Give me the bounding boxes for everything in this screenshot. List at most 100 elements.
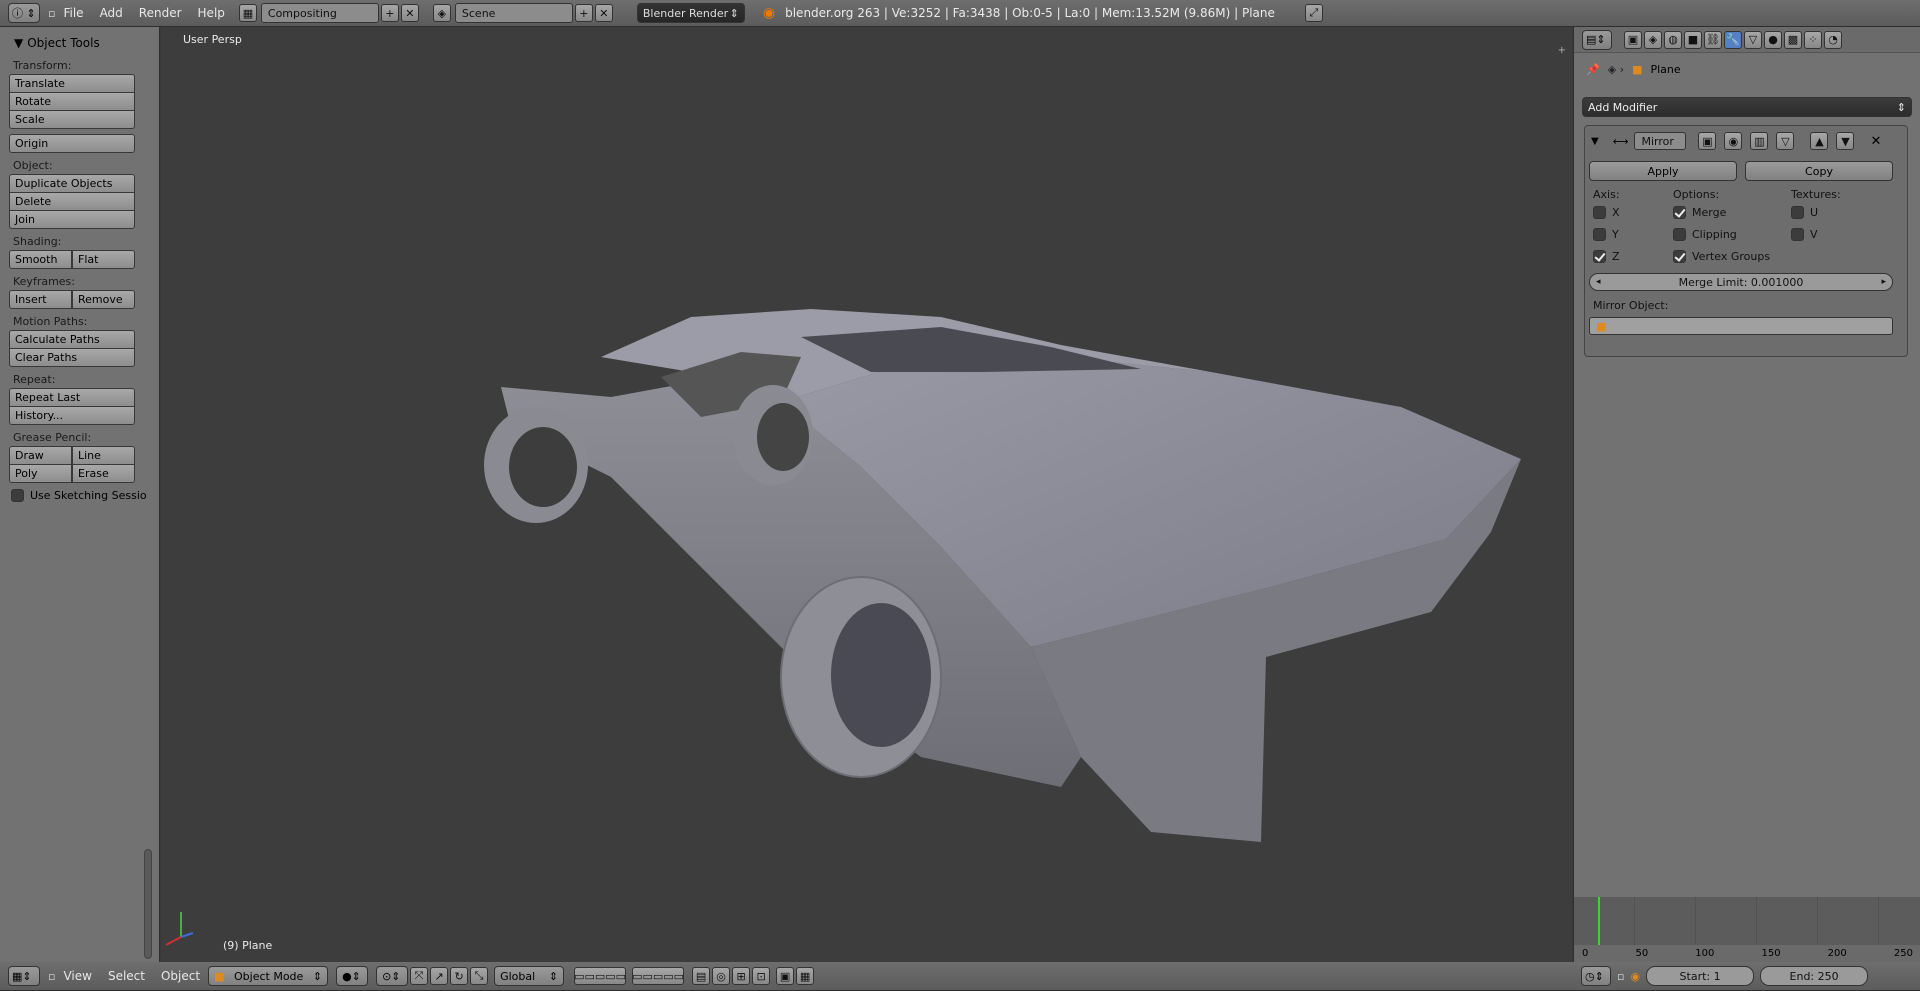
3d-viewport[interactable]: User Persp (9) Plane + xyxy=(161,27,1572,962)
car-mesh-render[interactable] xyxy=(161,27,1572,962)
merge-checkbox[interactable] xyxy=(1673,206,1686,219)
object-tools-header[interactable]: ▼ Object Tools xyxy=(0,27,159,53)
copy-button[interactable]: Copy xyxy=(1745,161,1893,181)
toggle-icon[interactable]: ▫ xyxy=(48,7,55,20)
viewport-plus-icon[interactable]: + xyxy=(1558,45,1566,56)
add-scene-icon[interactable]: + xyxy=(574,4,593,22)
duplicate-objects-button[interactable]: Duplicate Objects xyxy=(9,174,135,193)
snap-icon[interactable]: ⊞ xyxy=(732,967,751,985)
snap-element-icon[interactable]: ⊡ xyxy=(752,967,771,985)
menu-add[interactable]: Add xyxy=(100,6,123,20)
layers-group-1-icon[interactable]: ▭▭▭▭▭ xyxy=(574,967,627,985)
sketching-row[interactable]: Use Sketching Sessio xyxy=(11,489,159,502)
join-button[interactable]: Join xyxy=(9,210,135,229)
draw-button[interactable]: Draw xyxy=(9,446,72,465)
pin-icon[interactable]: 📌 xyxy=(1586,63,1600,76)
keying-icon[interactable]: ◉ xyxy=(1630,970,1640,983)
current-frame-marker[interactable] xyxy=(1598,897,1600,945)
render-engine-select[interactable]: Blender Render ⇕ xyxy=(636,3,745,23)
toggle-icon[interactable]: ▫ xyxy=(1617,970,1624,983)
render-tab-icon[interactable]: ▣ xyxy=(1624,30,1642,49)
fullscreen-icon[interactable]: ⤢ xyxy=(1304,4,1323,22)
calculate-paths-button[interactable]: Calculate Paths xyxy=(9,330,135,349)
scale-manipulator-icon[interactable]: ⤡ xyxy=(470,967,489,985)
remove-modifier-icon[interactable]: ✕ xyxy=(1870,134,1881,149)
axis-x-row[interactable]: X xyxy=(1593,206,1620,219)
origin-button[interactable]: Origin xyxy=(9,134,135,153)
start-frame-field[interactable]: Start: 1 xyxy=(1646,966,1755,986)
editmode-toggle-icon[interactable]: ▥ xyxy=(1750,132,1769,150)
cage-toggle-icon[interactable]: ▽ xyxy=(1776,132,1795,150)
timeline-editor[interactable]: 0 50 100 150 200 250 xyxy=(1573,897,1920,962)
rotate-button[interactable]: Rotate xyxy=(9,92,135,111)
lock-layers-icon[interactable]: ▤ xyxy=(692,967,711,985)
tool-shelf-scrollbar[interactable] xyxy=(144,849,152,959)
translate-button[interactable]: Translate xyxy=(9,74,135,93)
orientation-select[interactable]: Global ⇕ xyxy=(494,966,565,986)
insert-keyframe-button[interactable]: Insert xyxy=(9,290,72,309)
remove-screen-icon[interactable]: ✕ xyxy=(400,4,419,22)
merge-row[interactable]: Merge xyxy=(1673,206,1726,219)
timeline-editor-type[interactable]: ◷⇕ xyxy=(1581,966,1611,986)
particles-tab-icon[interactable]: ⁘ xyxy=(1804,30,1822,49)
render-toggle-icon[interactable]: ▣ xyxy=(1698,132,1717,150)
smooth-button[interactable]: Smooth xyxy=(9,250,72,269)
mirror-object-field[interactable]: ■ xyxy=(1589,317,1893,335)
layers-group-2-icon[interactable]: ▭▭▭▭▭ xyxy=(632,967,685,985)
physics-tab-icon[interactable]: ◔ xyxy=(1824,30,1842,49)
sketching-checkbox[interactable] xyxy=(11,489,24,502)
manipulator-icon[interactable]: ⤧ xyxy=(410,967,429,985)
menu-render[interactable]: Render xyxy=(139,6,182,20)
scene-icon[interactable]: ◈ xyxy=(432,4,451,22)
texture-v-row[interactable]: V xyxy=(1791,228,1818,241)
menu-help[interactable]: Help xyxy=(198,6,225,20)
texture-u-checkbox[interactable] xyxy=(1791,206,1804,219)
flat-button[interactable]: Flat xyxy=(72,250,135,269)
move-up-icon[interactable]: ▲ xyxy=(1810,132,1829,150)
screen-layout-field[interactable]: Compositing xyxy=(260,3,379,23)
data-tab-icon[interactable]: ▽ xyxy=(1744,30,1762,49)
material-tab-icon[interactable]: ● xyxy=(1764,30,1782,49)
history-button[interactable]: History... xyxy=(9,406,135,425)
scale-button[interactable]: Scale xyxy=(9,110,135,129)
vertex-groups-row[interactable]: Vertex Groups xyxy=(1673,250,1770,263)
mode-select[interactable]: ■ Object Mode ⇕ xyxy=(208,966,329,986)
axis-x-checkbox[interactable] xyxy=(1593,206,1606,219)
modifier-name-field[interactable]: Mirror xyxy=(1634,132,1687,150)
rotate-manipulator-icon[interactable]: ↻ xyxy=(450,967,469,985)
clipping-checkbox[interactable] xyxy=(1673,228,1686,241)
poly-button[interactable]: Poly xyxy=(9,464,72,483)
add-screen-icon[interactable]: + xyxy=(380,4,399,22)
editor-type-button[interactable]: ⓘ ⇕ xyxy=(8,3,40,23)
line-button[interactable]: Line xyxy=(72,446,135,465)
remove-scene-icon[interactable]: ✕ xyxy=(594,4,613,22)
repeat-last-button[interactable]: Repeat Last xyxy=(9,388,135,407)
shading-select[interactable]: ●⇕ xyxy=(336,966,369,986)
erase-button[interactable]: Erase xyxy=(72,464,135,483)
scene-field[interactable]: Scene xyxy=(454,3,573,23)
menu-object[interactable]: Object xyxy=(161,969,200,983)
add-modifier-select[interactable]: Add Modifier ⇕ xyxy=(1582,97,1912,117)
render-preview-icon[interactable]: ▣ xyxy=(776,967,795,985)
object-tab-icon[interactable]: ■ xyxy=(1684,30,1702,49)
end-frame-field[interactable]: End: 250 xyxy=(1760,966,1869,986)
viewport-toggle-icon[interactable]: ◉ xyxy=(1724,132,1743,150)
vertex-groups-checkbox[interactable] xyxy=(1673,250,1686,263)
opengl-render-icon[interactable]: ▦ xyxy=(796,967,815,985)
constraints-tab-icon[interactable]: ⛓ xyxy=(1704,30,1722,49)
delete-button[interactable]: Delete xyxy=(9,192,135,211)
world-tab-icon[interactable]: ◍ xyxy=(1664,30,1682,49)
apply-button[interactable]: Apply xyxy=(1589,161,1737,181)
proportional-edit-icon[interactable]: ◎ xyxy=(712,967,731,985)
texture-u-row[interactable]: U xyxy=(1791,206,1818,219)
collapse-triangle-icon[interactable]: ▼ xyxy=(1591,136,1599,147)
menu-file[interactable]: File xyxy=(63,6,83,20)
scene-tab-icon[interactable]: ◈ xyxy=(1644,30,1662,49)
pivot-select[interactable]: ⊙⇕ xyxy=(376,966,409,986)
modifiers-tab-icon[interactable]: 🔧 xyxy=(1724,30,1742,49)
axis-z-checkbox[interactable] xyxy=(1593,250,1606,263)
texture-v-checkbox[interactable] xyxy=(1791,228,1804,241)
viewport-editor-type[interactable]: ▦⇕ xyxy=(8,966,40,986)
layer-buttons[interactable]: ▭▭▭▭▭ ▭▭▭▭▭ xyxy=(572,967,685,985)
decrement-arrow-icon[interactable]: ◂ xyxy=(1596,277,1601,287)
